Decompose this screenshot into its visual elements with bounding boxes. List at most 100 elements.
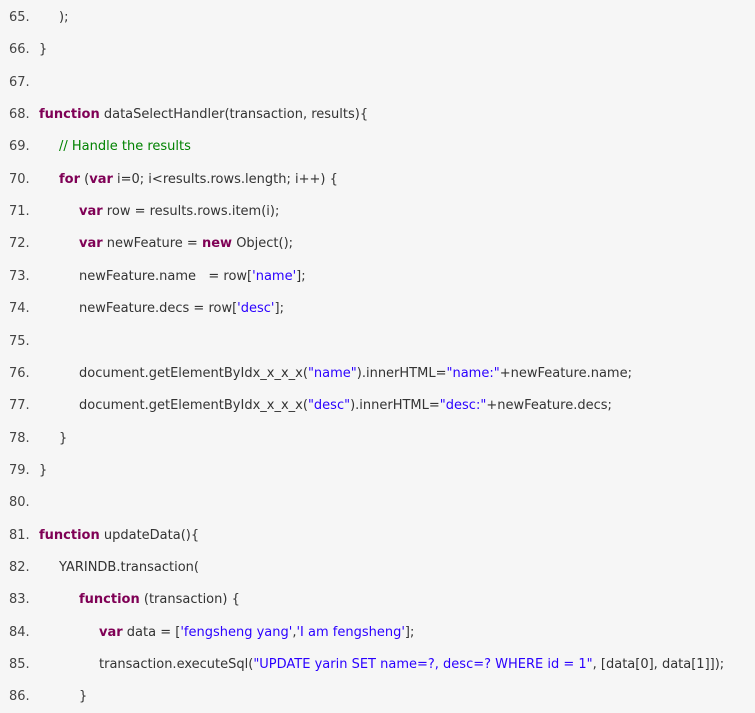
line-number: 84. — [9, 624, 30, 640]
code-text: ]; — [404, 624, 415, 640]
code-string: 'fengsheng yang' — [180, 624, 293, 640]
line-number: 74. — [9, 301, 30, 317]
line-number: 69. — [9, 139, 30, 155]
line-number: 85. — [9, 657, 30, 672]
code-line: 75. — [0, 326, 755, 358]
line-number: 71. — [9, 204, 30, 220]
code-text: ]; — [274, 301, 284, 317]
line-content: function updateData(){ — [39, 520, 199, 552]
line-number: 65. — [9, 10, 30, 25]
line-content: var row = results.rows.item(i); — [79, 196, 279, 228]
code-text: updateData(){ — [99, 527, 200, 543]
code-line: 65.); — [0, 2, 755, 34]
code-line: 74. newFeature.decs = row['desc']; — [0, 293, 755, 325]
code-line: 72. var newFeature = new Object(); — [0, 228, 755, 260]
code-text: i=0; i<results.rows.length; i++) { — [112, 171, 338, 187]
code-text: document.getElementByIdx_x_x_x( — [79, 365, 308, 381]
code-text: ).innerHTML= — [356, 365, 447, 381]
line-number: 79. — [9, 462, 30, 478]
line-number: 72. — [9, 236, 30, 252]
line-content: document.getElementByIdx_x_x_x("name").i… — [79, 358, 632, 390]
line-content: newFeature.name = row['name']; — [79, 261, 306, 293]
line-content: var data = ['fengsheng yang','I am fengs… — [99, 617, 414, 649]
line-content: ); — [59, 2, 68, 34]
line-content: for (var i=0; i<results.rows.length; i++… — [59, 164, 338, 196]
code-text: ( — [80, 171, 90, 187]
code-listing: 65.); 66.} 67. 68. function dataSelectHandle… — [0, 0, 755, 713]
code-line: 80. — [0, 487, 755, 519]
line-content: function (transaction) { — [79, 584, 240, 616]
code-line: 85. transaction.executeSql("UPDATE yarin … — [0, 649, 755, 681]
line-number: 70. — [9, 171, 30, 187]
code-string: 'name' — [252, 268, 297, 284]
code-line: 66.} — [0, 34, 755, 66]
line-number: 68. — [9, 107, 30, 123]
line-number: 83. — [9, 592, 30, 608]
code-keyword: function — [39, 107, 100, 123]
line-content: } — [79, 681, 87, 713]
code-text: ).innerHTML= — [350, 398, 440, 414]
code-line: 71. var row = results.rows.item(i); — [0, 196, 755, 228]
line-content: } — [39, 455, 47, 487]
line-content: } — [59, 423, 67, 455]
code-keyword: function — [39, 527, 100, 543]
code-text: } — [39, 462, 48, 478]
line-number: 82. — [9, 559, 30, 575]
code-line: 83. function (transaction) { — [0, 584, 755, 616]
code-keyword: function — [79, 592, 140, 608]
code-text: transaction.executeSql( — [99, 657, 254, 672]
line-number: 73. — [9, 268, 30, 284]
line-content: YARINDB.transaction( — [59, 552, 199, 584]
code-text: row = results.rows.item(i); — [102, 204, 280, 220]
line-number: 77. — [9, 398, 30, 414]
code-keyword: var — [99, 624, 123, 640]
code-line: 84. var data = ['fengsheng yang','I am fe… — [0, 617, 755, 649]
code-string: 'desc' — [237, 301, 275, 317]
line-content: newFeature.decs = row['desc']; — [79, 293, 284, 325]
line-content: } — [39, 34, 47, 66]
code-text: ]; — [296, 268, 306, 284]
line-number: 81. — [9, 527, 30, 543]
code-text: +newFeature.decs; — [486, 398, 612, 414]
code-line: 76. document.getElementByIdx_x_x_x("name"… — [0, 358, 755, 390]
line-number: 66. — [9, 42, 30, 58]
code-text: +newFeature.name; — [499, 365, 632, 381]
code-text: ); — [59, 10, 69, 25]
code-text: newFeature.name = row[ — [79, 268, 253, 284]
line-content: // Handle the results — [59, 131, 191, 163]
code-string: "name" — [307, 365, 357, 381]
line-content: var newFeature = new Object(); — [79, 228, 293, 260]
code-line: 78.} — [0, 423, 755, 455]
code-text: YARINDB.transaction( — [59, 559, 199, 575]
code-string: 'I am fengsheng' — [296, 624, 405, 640]
code-string: "desc:" — [439, 398, 487, 414]
line-number: 80. — [9, 495, 30, 511]
code-text: newFeature = — [102, 236, 202, 252]
code-keyword: new — [201, 236, 233, 252]
code-line: 73. newFeature.name = row['name']; — [0, 261, 755, 293]
line-number: 78. — [9, 430, 30, 446]
line-content: document.getElementByIdx_x_x_x("desc").i… — [79, 390, 612, 422]
code-comment: // Handle the results — [59, 139, 191, 155]
code-string: "name:" — [446, 365, 500, 381]
code-line: 77. document.getElementByIdx_x_x_x("desc"… — [0, 390, 755, 422]
line-content: transaction.executeSql("UPDATE yarin SET… — [99, 649, 724, 681]
line-number: 67. — [9, 74, 30, 90]
code-string: "desc" — [307, 398, 351, 414]
code-line: 86.} — [0, 681, 755, 713]
code-text: Object(); — [232, 236, 294, 252]
code-line: 70. for (var i=0; i<results.rows.length; … — [0, 164, 755, 196]
line-number: 76. — [9, 365, 30, 381]
code-text: dataSelectHandler(transaction, results){ — [99, 107, 369, 123]
code-keyword: var — [79, 204, 103, 220]
code-string: "UPDATE yarin SET name=?, desc=? WHERE i… — [253, 657, 593, 672]
code-text: , [data[0], data[1]]); — [592, 657, 725, 672]
code-keyword: for — [59, 171, 80, 187]
line-number: 86. — [9, 689, 30, 705]
code-line: 68. function dataSelectHandler(transactio… — [0, 99, 755, 131]
code-line: 81. function updateData(){ — [0, 520, 755, 552]
code-keyword: var — [79, 236, 103, 252]
code-text: newFeature.decs = row[ — [79, 301, 238, 317]
code-text: document.getElementByIdx_x_x_x( — [79, 398, 308, 414]
line-content: function dataSelectHandler(transaction, … — [39, 99, 368, 131]
